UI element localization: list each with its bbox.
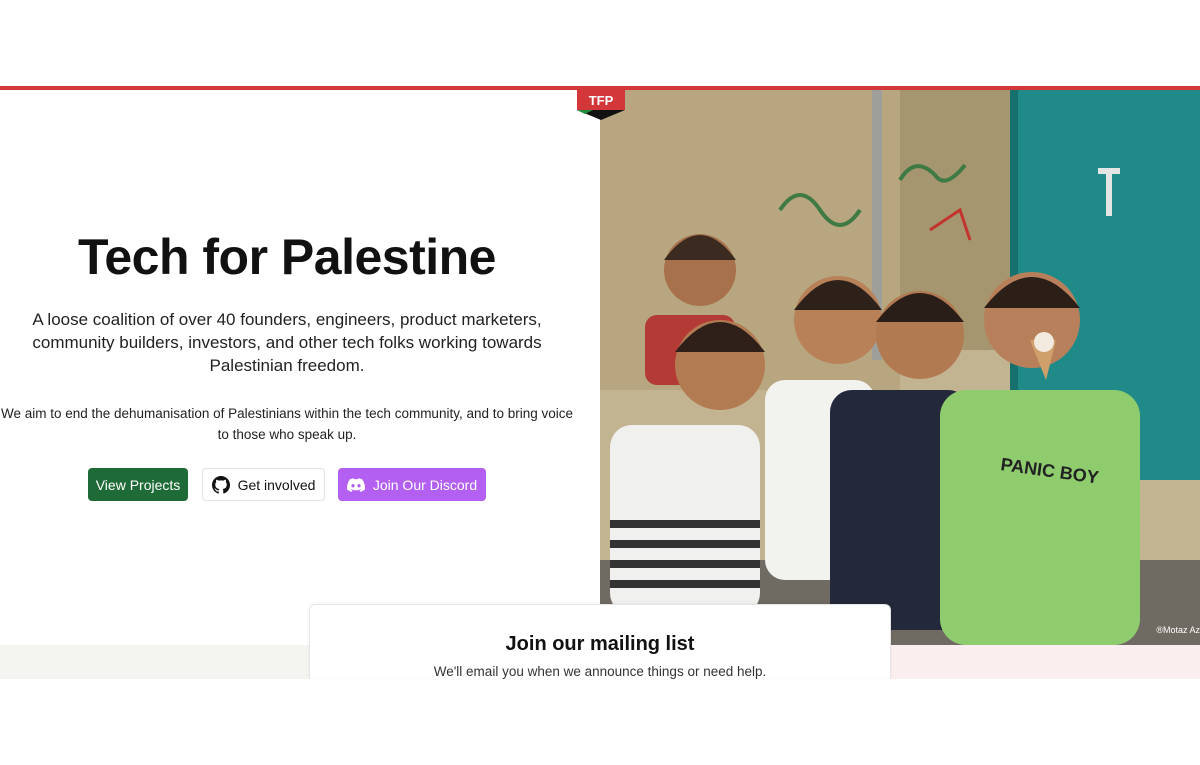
get-involved-label: Get involved [237,476,316,493]
page-title: Tech for Palestine [78,229,496,285]
tfp-logo[interactable]: TFP [577,90,625,120]
join-discord-label: Join Our Discord [372,476,478,493]
discord-icon [346,477,365,492]
hero-photo: PANIC BOY ®Motaz Az [600,90,1200,645]
join-discord-button[interactable]: Join Our Discord [338,468,486,501]
photo-credit: ®Motaz Az [1156,625,1200,635]
get-involved-button[interactable]: Get involved [202,468,325,501]
view-projects-button[interactable]: View Projects [88,468,188,501]
mailing-list-card: Join our mailing list We'll email you wh… [309,604,891,679]
children-photo-illustration: PANIC BOY [600,90,1200,645]
hero-aim-text: We aim to end the dehumanisation of Pale… [0,406,574,442]
github-icon [211,475,230,494]
hero-lead-text: A loose coalition of over 40 founders, e… [32,310,542,375]
view-projects-label: View Projects [95,476,181,493]
svg-text:TFP: TFP [589,93,614,108]
hero-text-panel: Tech for Palestine A loose coalition of … [0,90,600,645]
mailing-list-title: Join our mailing list [505,633,695,655]
mailing-list-subtitle: We'll email you when we announce things … [433,664,767,679]
